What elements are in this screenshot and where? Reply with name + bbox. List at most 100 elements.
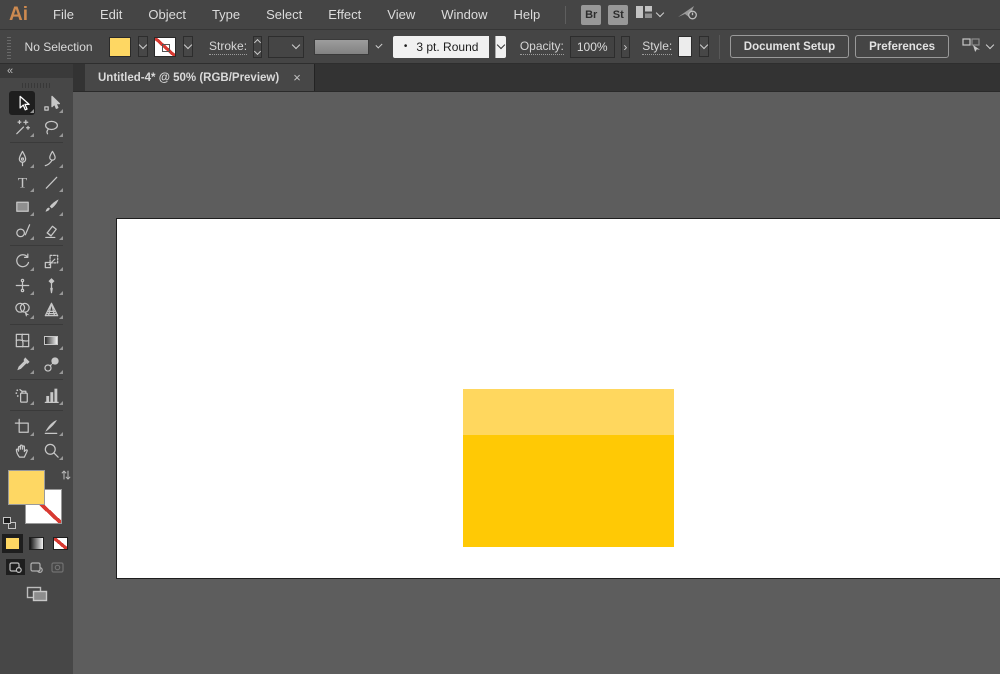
tool-perspective-grid[interactable] (38, 297, 64, 321)
menu-item-effect[interactable]: Effect (315, 0, 374, 29)
close-tab-icon[interactable]: × (293, 71, 301, 84)
brush-definition-chevron[interactable] (495, 36, 505, 58)
change-screen-mode-button[interactable] (25, 585, 49, 608)
swap-fill-stroke-icon[interactable]: ⇄ (60, 470, 72, 480)
zoom-icon (42, 441, 61, 460)
paintbrush-icon (42, 197, 61, 216)
tools-panel-grip[interactable] (22, 83, 52, 88)
draw-normal-button[interactable] (6, 559, 25, 575)
tool-direct-selection[interactable] (38, 91, 64, 115)
stroke-weight-combo[interactable] (268, 36, 305, 58)
default-fill-stroke-icon[interactable] (3, 517, 16, 529)
toolbar-separator (10, 324, 63, 325)
stroke-weight-label[interactable]: Stroke: (209, 39, 247, 55)
tool-artboard[interactable] (9, 414, 35, 438)
brush-definition-dropdown[interactable]: • 3 pt. Round (393, 36, 490, 58)
document-setup-button[interactable]: Document Setup (730, 35, 849, 58)
panel-grip[interactable] (7, 35, 11, 59)
canvas[interactable] (73, 92, 1000, 674)
perspective-grid-icon (42, 300, 61, 319)
menu-item-window[interactable]: Window (428, 0, 500, 29)
tool-paintbrush[interactable] (38, 194, 64, 218)
fill-color-swatch[interactable] (109, 37, 131, 57)
tool-scale[interactable] (38, 249, 64, 273)
bridge-button[interactable]: Br (581, 5, 601, 25)
menu-item-view[interactable]: View (374, 0, 428, 29)
tool-pen[interactable] (9, 146, 35, 170)
rectangle-bottom-segment[interactable] (463, 435, 674, 547)
tools-panel-header: « (0, 64, 73, 78)
stroke-color-swatch[interactable] (154, 37, 176, 57)
workspace: « T ⇄ (0, 64, 1000, 674)
fill-color-dropdown[interactable] (138, 36, 148, 57)
tool-symbol-sprayer[interactable] (9, 383, 35, 407)
pen-icon (13, 149, 32, 168)
opacity-label[interactable]: Opacity: (520, 39, 564, 55)
document-tab-bar: Untitled-4* @ 50% (RGB/Preview) × (73, 64, 1000, 92)
tool-width[interactable] (9, 273, 35, 297)
tool-curvature[interactable] (38, 146, 64, 170)
graphic-style-dropdown[interactable] (699, 36, 709, 57)
rectangle-top-segment[interactable] (463, 389, 674, 435)
gradient-button[interactable] (26, 534, 47, 553)
lasso-icon (42, 118, 61, 137)
tool-rectangle[interactable] (9, 194, 35, 218)
tool-blend[interactable] (38, 352, 64, 376)
tool-type[interactable]: T (9, 170, 35, 194)
menu-item-file[interactable]: File (40, 0, 87, 29)
hand-icon (13, 441, 32, 460)
opacity-expand-button[interactable]: › (621, 36, 631, 58)
color-button[interactable] (2, 534, 23, 553)
column-graph-icon (42, 386, 61, 405)
tool-magic-wand[interactable] (9, 115, 35, 139)
tool-zoom[interactable] (38, 438, 64, 462)
menu-item-type[interactable]: Type (199, 0, 253, 29)
tool-slice[interactable] (38, 414, 64, 438)
menu-item-help[interactable]: Help (500, 0, 553, 29)
tool-shape-builder[interactable] (9, 297, 35, 321)
none-button[interactable] (50, 534, 71, 553)
width-profile-dropdown chevron-down-icon[interactable] (375, 41, 382, 48)
fill-swatch[interactable] (8, 470, 45, 505)
curvature-icon (42, 149, 61, 168)
tool-eraser[interactable] (38, 218, 64, 242)
tool-rotate[interactable] (9, 249, 35, 273)
menu-item-select[interactable]: Select (253, 0, 315, 29)
stroke-color-dropdown[interactable] (183, 36, 193, 57)
tool-puppet-warp[interactable] (38, 273, 64, 297)
draw-behind-button[interactable] (27, 559, 46, 575)
tool-hand[interactable] (9, 438, 35, 462)
drawing-mode-buttons (6, 559, 67, 575)
select-similar-control[interactable] (961, 36, 993, 57)
stock-button[interactable]: St (608, 5, 628, 25)
stroke-weight-stepper[interactable] (253, 36, 261, 58)
tool-eyedropper[interactable] (9, 352, 35, 376)
gpu-performance-icon[interactable] (676, 4, 698, 25)
rectangle-icon (13, 197, 32, 216)
document-tab[interactable]: Untitled-4* @ 50% (RGB/Preview) × (85, 64, 315, 91)
menu-item-object[interactable]: Object (135, 0, 199, 29)
draw-inside-button[interactable] (48, 559, 67, 575)
menu-bar-right: Br St (557, 4, 698, 25)
shaper-icon (13, 221, 32, 240)
workspace-switcher[interactable] (635, 5, 663, 24)
width-profile-preview[interactable] (314, 39, 369, 55)
collapse-panel-icon[interactable]: « (7, 66, 13, 76)
graphic-style-swatch[interactable] (678, 36, 692, 57)
spinner-down-icon (254, 47, 261, 54)
tool-column-graph[interactable] (38, 383, 64, 407)
tool-lasso[interactable] (38, 115, 64, 139)
tool-selection[interactable] (9, 91, 35, 115)
selection-status: No Selection (25, 40, 93, 54)
puppet-warp-icon (42, 276, 61, 295)
preferences-button[interactable]: Preferences (855, 35, 949, 58)
tool-line-segment[interactable] (38, 170, 64, 194)
opacity-field[interactable]: 100% (570, 36, 615, 58)
menu-item-edit[interactable]: Edit (87, 0, 135, 29)
style-label[interactable]: Style: (642, 39, 672, 55)
svg-text:T: T (17, 174, 27, 191)
brush-preview-dot: • (404, 41, 408, 52)
tool-shaper[interactable] (9, 218, 35, 242)
tool-gradient[interactable] (38, 328, 64, 352)
tool-mesh[interactable] (9, 328, 35, 352)
